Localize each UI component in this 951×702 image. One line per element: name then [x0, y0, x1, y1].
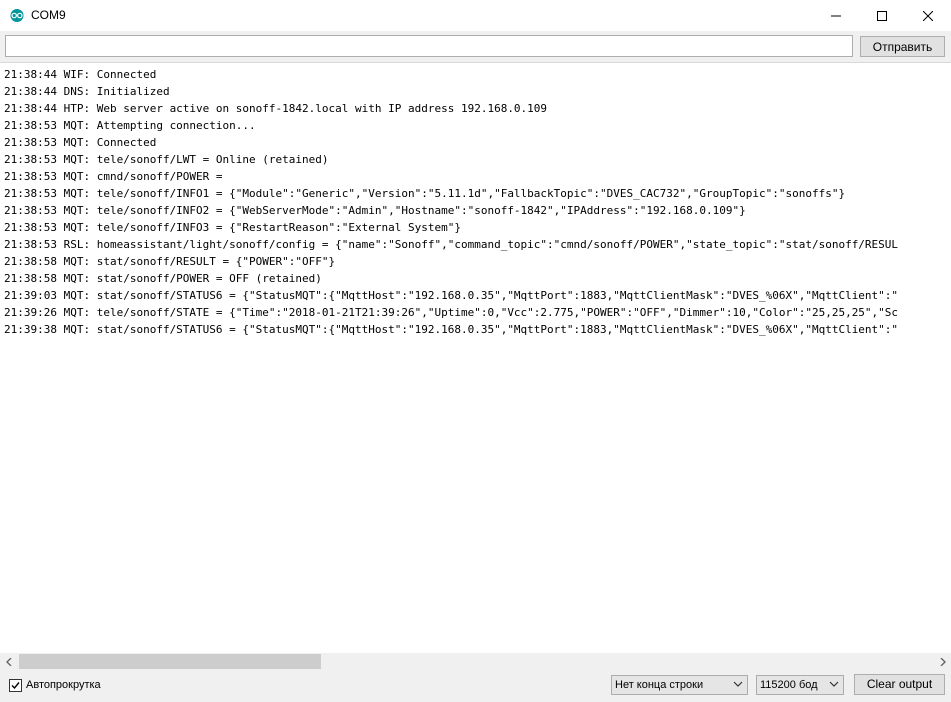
scroll-right-button[interactable] [934, 653, 951, 670]
close-icon [923, 10, 933, 21]
scroll-left-icon [5, 657, 11, 666]
line-ending-value: Нет конца строки [615, 679, 704, 691]
log-line: 21:38:53 RSL: homeassistant/light/sonoff… [4, 238, 899, 251]
checkmark-icon [11, 682, 20, 690]
log-line: 21:38:58 MQT: stat/sonoff/POWER = OFF (r… [4, 272, 322, 285]
scroll-right-icon [940, 657, 946, 666]
chevron-down-icon [733, 681, 743, 687]
log-line: 21:38:53 MQT: tele/sonoff/LWT = Online (… [4, 153, 329, 166]
serial-send-input[interactable] [5, 35, 853, 57]
log-line: 21:39:38 MQT: stat/sonoff/STATUS6 = {"St… [4, 323, 899, 336]
log-line: 21:39:03 MQT: stat/sonoff/STATUS6 = {"St… [4, 289, 899, 302]
line-ending-select[interactable]: Нет конца строки [611, 675, 748, 695]
log-line: 21:38:44 HTP: Web server active on sonof… [4, 102, 548, 115]
baud-rate-select[interactable]: 115200 бод [756, 675, 844, 695]
status-bar: Автопрокрутка Нет конца строки 115200 бо… [0, 670, 951, 702]
log-line: 21:38:44 DNS: Initialized [4, 85, 170, 98]
log-line: 21:38:58 MQT: stat/sonoff/RESULT = {"POW… [4, 255, 336, 268]
window-title: COM9 [31, 8, 66, 22]
log-line: 21:38:53 MQT: cmnd/sonoff/POWER = [4, 170, 223, 183]
autoscroll-checkbox[interactable] [9, 679, 22, 692]
log-line: 21:38:53 MQT: tele/sonoff/INFO2 = {"WebS… [4, 204, 746, 217]
arduino-logo-icon [10, 9, 24, 22]
baud-rate-value: 115200 бод [760, 679, 818, 691]
scroll-left-button[interactable] [0, 653, 17, 670]
autoscroll-label: Автопрокрутка [26, 679, 101, 691]
title-bar: COM9 [0, 0, 951, 31]
horizontal-scrollbar[interactable] [0, 653, 951, 670]
send-button[interactable]: Отправить [860, 36, 945, 57]
scrollbar-thumb[interactable] [19, 654, 321, 669]
maximize-button[interactable] [859, 0, 905, 31]
minimize-icon [831, 15, 841, 16]
log-line: 21:38:53 MQT: Attempting connection... [4, 119, 256, 132]
minimize-button[interactable] [813, 0, 859, 31]
close-button[interactable] [905, 0, 951, 31]
log-line: 21:39:26 MQT: tele/sonoff/STATE = {"Time… [4, 306, 899, 319]
send-bar: Отправить [0, 31, 951, 62]
log-line: 21:38:53 MQT: Connected [4, 136, 157, 149]
chevron-down-icon [829, 681, 839, 687]
log-line: 21:38:53 MQT: tele/sonoff/INFO3 = {"Rest… [4, 221, 461, 234]
log-line: 21:38:44 WIF: Connected [4, 68, 157, 81]
maximize-icon [877, 10, 887, 21]
clear-output-button[interactable]: Clear output [854, 674, 945, 695]
log-line: 21:38:53 MQT: tele/sonoff/INFO1 = {"Modu… [4, 187, 846, 200]
serial-output-console[interactable]: 21:38:44 WIF: Connected 21:38:44 DNS: Ini… [0, 62, 951, 654]
